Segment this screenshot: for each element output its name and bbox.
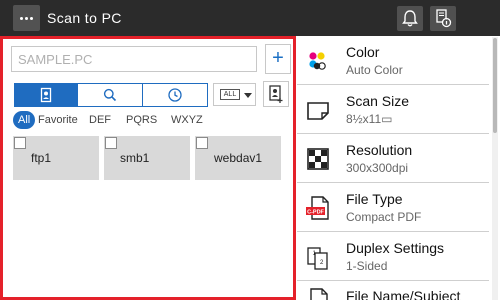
setting-value: 1-Sided	[346, 259, 388, 273]
setting-scan-size[interactable]: Scan Size 8½x11▭	[297, 86, 489, 134]
destination-name: ftp1	[31, 151, 52, 165]
add-destination-button[interactable]: +	[265, 44, 291, 74]
setting-label: Scan Size	[346, 93, 410, 109]
setting-color[interactable]: Color Auto Color	[297, 37, 489, 85]
page-title: Scan to PC	[47, 10, 122, 26]
scan-to-pc-screen: Scan to PC +	[0, 0, 500, 300]
more-menu-button[interactable]	[13, 5, 40, 31]
setting-value: Compact PDF	[346, 210, 422, 224]
file-type-badge: C-PDF	[307, 209, 324, 215]
setting-label: File Name/Subject	[346, 288, 461, 300]
address-book-icon	[40, 87, 52, 103]
setting-file-name[interactable]: File Name/Subject	[297, 282, 489, 300]
setting-file-type[interactable]: C-PDF File Type Compact PDF	[297, 184, 489, 232]
filter-def[interactable]: DEF	[89, 114, 111, 126]
duplex-icon: 1 2	[307, 247, 328, 270]
resolution-checker-icon	[307, 148, 329, 170]
destination-name: webdav1	[214, 151, 263, 165]
tab-search[interactable]	[77, 83, 143, 107]
destination-item[interactable]: webdav1	[195, 136, 281, 180]
tab-history[interactable]	[142, 83, 208, 107]
address-book-register-button[interactable]	[263, 81, 289, 107]
setting-label: File Type	[346, 191, 403, 207]
all-type-label: ALL	[220, 89, 240, 100]
filter-wxyz[interactable]: WXYZ	[171, 114, 203, 126]
top-bar: Scan to PC	[0, 0, 500, 36]
destination-checkbox[interactable]	[196, 137, 208, 149]
setting-label: Color	[346, 44, 380, 60]
page-size-icon	[307, 102, 329, 120]
more-dots-icon	[20, 17, 34, 20]
destination-input[interactable]	[11, 46, 257, 72]
destination-checkbox[interactable]	[105, 137, 117, 149]
job-status-icon	[436, 9, 452, 28]
bell-icon	[402, 10, 418, 27]
destination-type-dropdown[interactable]: ALL	[213, 83, 256, 106]
tab-address-book[interactable]	[14, 83, 78, 107]
setting-label: Resolution	[346, 142, 413, 158]
setting-label: Duplex Settings	[346, 240, 445, 256]
search-icon	[103, 88, 117, 102]
filter-favorite[interactable]: Favorite	[38, 114, 78, 126]
destination-item[interactable]: ftp1	[13, 136, 99, 180]
clock-icon	[168, 88, 182, 102]
setting-value: Auto Color	[346, 63, 403, 77]
compact-pdf-icon: C-PDF	[306, 196, 329, 220]
register-book-icon	[269, 85, 283, 103]
destination-panel: + ALL	[0, 36, 296, 300]
setting-duplex[interactable]: 1 2 Duplex Settings 1-Sided	[297, 233, 489, 281]
destination-name: smb1	[120, 151, 150, 165]
setting-value: 8½x11▭	[346, 112, 393, 126]
chevron-down-icon	[244, 93, 252, 98]
filter-pqrs[interactable]: PQRS	[126, 114, 157, 126]
color-dots-icon	[309, 52, 326, 70]
destination-checkbox[interactable]	[14, 137, 26, 149]
job-status-button[interactable]	[430, 6, 456, 31]
notification-button[interactable]	[397, 6, 423, 31]
settings-scroll-thumb[interactable]	[493, 38, 497, 133]
setting-value: 300x300dpi	[346, 161, 409, 175]
destination-item[interactable]: smb1	[104, 136, 190, 180]
filter-all[interactable]: All	[13, 111, 36, 129]
file-name-icon	[310, 288, 328, 300]
setting-resolution[interactable]: Resolution 300x300dpi	[297, 135, 489, 183]
